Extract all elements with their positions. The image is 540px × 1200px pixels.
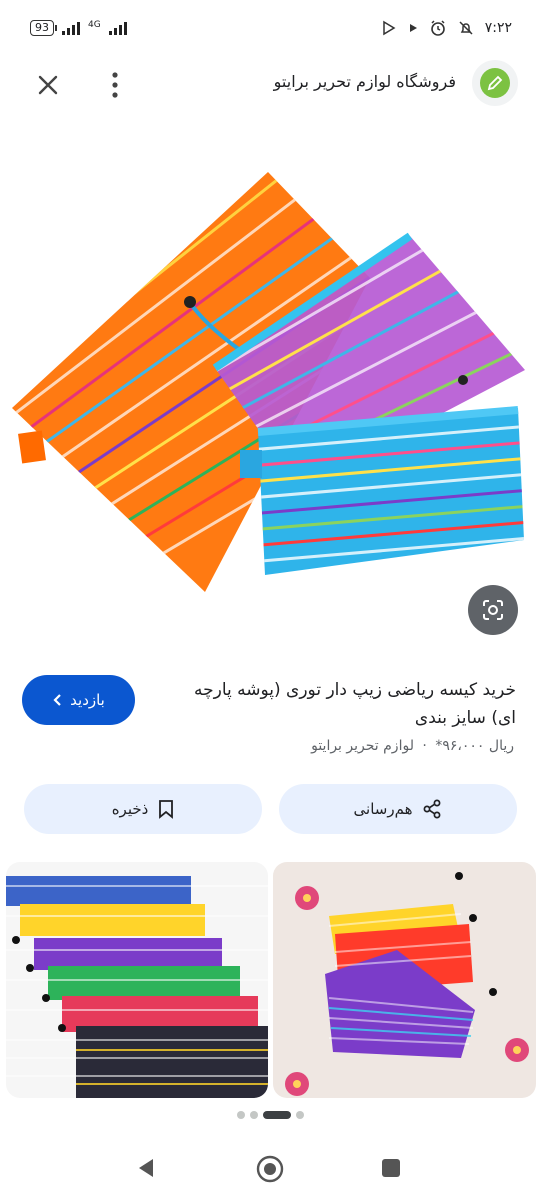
battery-indicator: 93 bbox=[30, 20, 57, 36]
more-vert-icon bbox=[112, 72, 118, 98]
store-name: لوازم تحریر برایتو bbox=[311, 738, 414, 754]
share-button[interactable]: هم‌رسانی bbox=[279, 784, 517, 834]
visit-button[interactable]: بازدید bbox=[22, 675, 135, 725]
save-label: ذخیره bbox=[111, 800, 149, 818]
site-favicon[interactable] bbox=[472, 60, 518, 106]
share-icon bbox=[424, 799, 441, 819]
google-lens-button[interactable] bbox=[468, 585, 518, 635]
status-bar: 93 4G ۷:۲۲ bbox=[0, 0, 540, 60]
related-image-2[interactable] bbox=[273, 862, 536, 1098]
related-image-1[interactable] bbox=[6, 862, 268, 1098]
visit-label: بازدید bbox=[70, 691, 105, 709]
pouches-with-flowers-image bbox=[285, 872, 529, 1096]
site-name[interactable]: فروشگاه لوازم تحریر برایتو bbox=[274, 72, 456, 91]
product-title[interactable]: خرید کیسه ریاضی زیپ دار توری (پوشه پارچه… bbox=[166, 676, 516, 732]
pencil-icon bbox=[487, 75, 503, 91]
chevron-left-icon bbox=[53, 694, 61, 706]
status-right: ۷:۲۲ bbox=[381, 19, 512, 37]
meta-separator: · bbox=[422, 738, 427, 754]
alarm-icon bbox=[430, 20, 445, 36]
carousel-dot[interactable] bbox=[236, 1111, 245, 1119]
product-image[interactable] bbox=[0, 150, 540, 620]
carousel-indicator bbox=[0, 1111, 540, 1119]
product-meta: ریال ۹۶،۰۰۰* · لوازم تحریر برایتو bbox=[309, 738, 516, 754]
lens-icon bbox=[483, 600, 503, 620]
recents-button[interactable] bbox=[381, 1158, 401, 1182]
back-icon bbox=[139, 1159, 153, 1177]
mesh-pouches-image bbox=[12, 172, 525, 592]
play-icon bbox=[409, 24, 417, 32]
navigation-bar bbox=[0, 1140, 540, 1200]
home-button[interactable] bbox=[256, 1155, 284, 1187]
signal-icon bbox=[62, 21, 80, 35]
clock: ۷:۲۲ bbox=[484, 20, 512, 36]
close-icon bbox=[38, 75, 58, 95]
related-images bbox=[6, 862, 536, 1098]
dnd-off-icon bbox=[459, 21, 473, 35]
carousel-dot-active[interactable] bbox=[262, 1111, 291, 1119]
home-icon bbox=[256, 1155, 284, 1183]
stacked-pouches-image bbox=[6, 876, 268, 1098]
more-options-button[interactable] bbox=[100, 67, 130, 103]
carousel-dot[interactable] bbox=[249, 1111, 258, 1119]
status-left: 93 4G bbox=[30, 20, 127, 36]
top-bar: فروشگاه لوازم تحریر برایتو bbox=[0, 55, 540, 111]
carousel-dot[interactable] bbox=[295, 1111, 304, 1119]
bookmark-icon bbox=[159, 800, 174, 819]
back-button[interactable] bbox=[134, 1156, 158, 1184]
close-button[interactable] bbox=[30, 67, 66, 103]
recents-icon bbox=[382, 1159, 400, 1177]
play-store-icon bbox=[382, 20, 396, 36]
network-type: 4G bbox=[88, 20, 101, 30]
price: ریال ۹۶،۰۰۰* bbox=[435, 738, 514, 754]
signal-icon-2 bbox=[108, 21, 127, 35]
save-button[interactable]: ذخیره bbox=[24, 784, 262, 834]
share-label: هم‌رسانی bbox=[353, 800, 413, 818]
